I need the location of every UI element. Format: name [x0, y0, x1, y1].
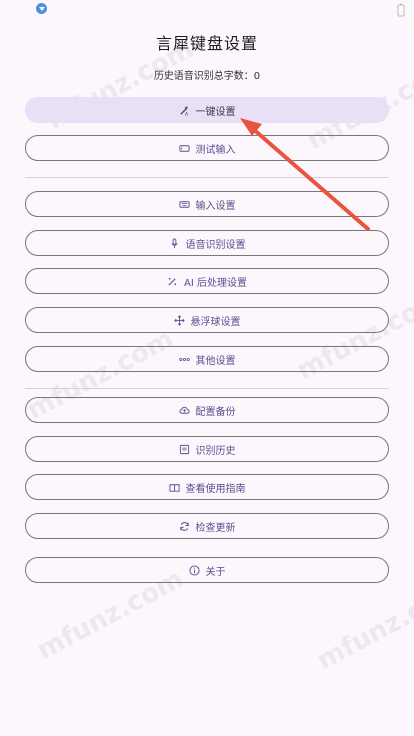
page-title: 言犀键盘设置 [155, 34, 258, 53]
config-backup-button[interactable]: 配置备份 [25, 397, 389, 423]
input-settings-label: 输入设置 [195, 200, 236, 212]
svg-text:A: A [184, 111, 188, 115]
check-update-button[interactable]: 检查更新 [25, 513, 389, 539]
user-guide-label: 查看使用指南 [185, 483, 246, 495]
recognition-history-label: 识别历史 [195, 445, 236, 457]
test-input-button[interactable]: 测试输入 [25, 135, 389, 161]
user-guide-button[interactable]: 查看使用指南 [25, 474, 389, 500]
more-dots-icon [178, 354, 190, 365]
float-ball-settings-label: 悬浮球设置 [190, 316, 241, 328]
other-settings-label: 其他设置 [195, 355, 236, 367]
magic-wand-icon: A [179, 105, 190, 116]
book-icon [168, 482, 180, 493]
ai-post-processing-settings-label: AI 后处理设置 [184, 277, 247, 289]
float-ball-settings-button[interactable]: 悬浮球设置 [25, 307, 389, 333]
ai-sparkle-icon [167, 276, 178, 287]
recognition-history-button[interactable]: 识别历史 [25, 436, 389, 462]
one-key-setup-label: 一键设置 [195, 106, 236, 118]
microphone-icon [169, 237, 180, 249]
input-settings-button[interactable]: 输入设置 [25, 191, 389, 217]
about-button[interactable]: 关于 [25, 557, 389, 583]
ai-post-processing-settings-button[interactable]: AI 后处理设置 [25, 268, 389, 294]
voice-recognition-settings-label: 语音识别设置 [185, 239, 246, 251]
move-arrows-icon [173, 314, 185, 326]
watermark: mfunz.com [312, 574, 414, 676]
keyboard-icon [178, 199, 190, 210]
other-settings-button[interactable]: 其他设置 [25, 346, 389, 372]
list-document-icon [179, 444, 190, 455]
divider [25, 388, 389, 389]
status-bar [0, 0, 414, 18]
download-icon [36, 3, 47, 14]
about-label: 关于 [205, 566, 226, 578]
config-backup-label: 配置备份 [195, 406, 236, 418]
cloud-upload-icon [178, 405, 190, 416]
refresh-icon [179, 521, 190, 532]
divider [25, 177, 389, 178]
test-input-label: 测试输入 [195, 144, 236, 156]
history-word-count: 历史语音识别总字数：0 [153, 71, 261, 82]
keyboard-input-icon [178, 143, 190, 154]
check-update-label: 检查更新 [195, 522, 236, 534]
one-key-setup-button[interactable]: A 一键设置 [25, 97, 389, 123]
info-icon [188, 564, 200, 576]
battery-icon [395, 2, 407, 17]
voice-recognition-settings-button[interactable]: 语音识别设置 [25, 230, 389, 256]
